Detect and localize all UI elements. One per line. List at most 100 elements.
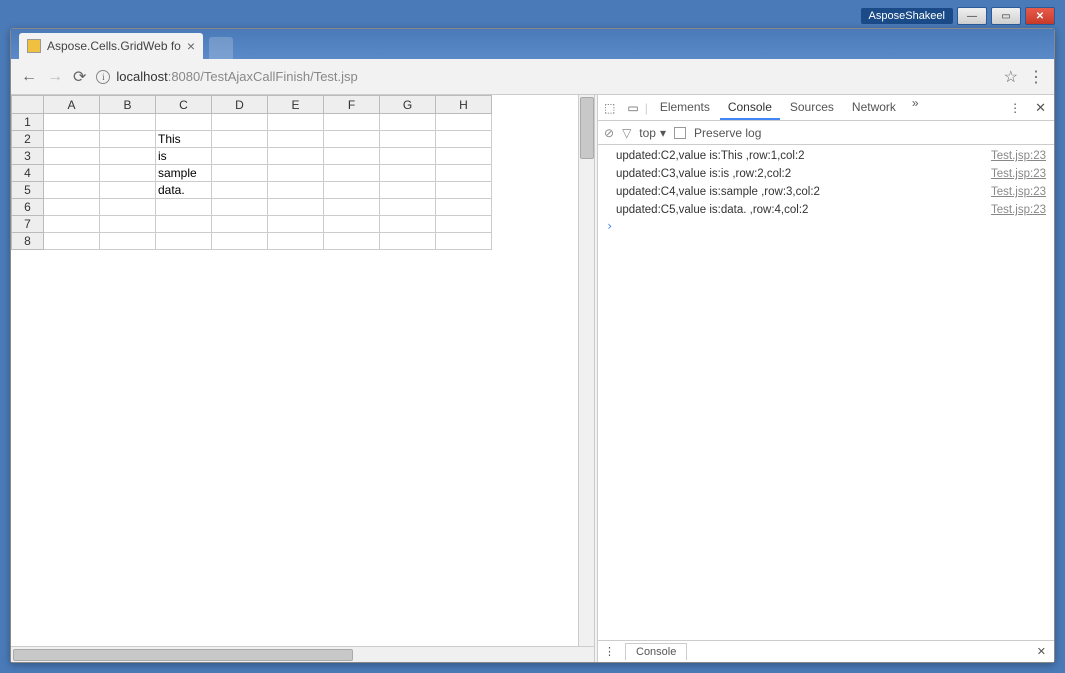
filter-icon[interactable]: ▽ [622, 126, 631, 140]
row-header[interactable]: 8 [12, 233, 44, 250]
site-info-icon[interactable]: i [96, 70, 110, 84]
cell[interactable] [100, 216, 156, 233]
cell[interactable] [156, 199, 212, 216]
cell[interactable] [44, 216, 100, 233]
horizontal-scrollbar[interactable] [11, 646, 594, 662]
column-header[interactable]: A [44, 96, 100, 114]
row-header[interactable]: 6 [12, 199, 44, 216]
tab-console[interactable]: Console [720, 96, 780, 120]
row-header[interactable]: 5 [12, 182, 44, 199]
row-header[interactable]: 3 [12, 148, 44, 165]
cell[interactable] [268, 148, 324, 165]
cell[interactable] [268, 131, 324, 148]
context-selector[interactable]: top ▾ [639, 126, 666, 140]
cell[interactable] [212, 114, 268, 131]
cell[interactable]: This [156, 131, 212, 148]
cell[interactable] [100, 182, 156, 199]
cell[interactable] [436, 233, 492, 250]
cell[interactable] [268, 233, 324, 250]
cell[interactable] [44, 148, 100, 165]
row-header[interactable]: 2 [12, 131, 44, 148]
new-tab-button[interactable] [209, 37, 233, 59]
cell[interactable] [212, 148, 268, 165]
cell[interactable] [44, 199, 100, 216]
cell[interactable] [436, 114, 492, 131]
drawer-menu-icon[interactable]: ⋮ [598, 645, 621, 658]
cell[interactable] [436, 165, 492, 182]
close-window-button[interactable]: ✕ [1025, 7, 1055, 25]
cell[interactable] [268, 114, 324, 131]
cell[interactable] [212, 165, 268, 182]
column-header[interactable]: D [212, 96, 268, 114]
console-log-row[interactable]: updated:C5,value is:data. ,row:4,col:2Te… [598, 201, 1054, 219]
cell[interactable] [212, 131, 268, 148]
spreadsheet-grid[interactable]: ABCDEFGH 12This3is4sample5data.678 [11, 95, 492, 250]
log-source-link[interactable]: Test.jsp:23 [991, 148, 1046, 164]
cell[interactable] [212, 199, 268, 216]
cell[interactable] [436, 131, 492, 148]
console-log-row[interactable]: updated:C2,value is:This ,row:1,col:2Tes… [598, 147, 1054, 165]
row-header[interactable]: 7 [12, 216, 44, 233]
tab-network[interactable]: Network [844, 96, 904, 120]
cell[interactable] [436, 148, 492, 165]
row-header[interactable]: 1 [12, 114, 44, 131]
column-header[interactable]: G [380, 96, 436, 114]
clear-console-icon[interactable]: ⊘ [604, 126, 614, 140]
url-field[interactable]: i localhost:8080/TestAjaxCallFinish/Test… [96, 69, 993, 84]
browser-menu-icon[interactable]: ⋮ [1028, 67, 1044, 87]
cell[interactable] [212, 182, 268, 199]
cell[interactable] [324, 199, 380, 216]
device-mode-icon[interactable]: ▭ [621, 101, 644, 115]
maximize-button[interactable]: ▭ [991, 7, 1021, 25]
cell[interactable] [100, 233, 156, 250]
cell[interactable] [268, 216, 324, 233]
reload-button[interactable]: ⟳ [73, 67, 86, 87]
browser-tab[interactable]: Aspose.Cells.GridWeb fo × [19, 33, 203, 59]
row-header[interactable]: 4 [12, 165, 44, 182]
drawer-tab-console[interactable]: Console [625, 643, 687, 660]
cell[interactable] [380, 131, 436, 148]
select-all-corner[interactable] [12, 96, 44, 114]
cell[interactable] [380, 233, 436, 250]
column-header[interactable]: C [156, 96, 212, 114]
console-log-row[interactable]: updated:C4,value is:sample ,row:3,col:2T… [598, 183, 1054, 201]
cell[interactable] [44, 165, 100, 182]
column-header[interactable]: F [324, 96, 380, 114]
column-header[interactable]: H [436, 96, 492, 114]
cell[interactable]: is [156, 148, 212, 165]
inspect-element-icon[interactable]: ⬚ [598, 101, 621, 115]
cell[interactable] [324, 148, 380, 165]
forward-button[interactable]: → [47, 68, 63, 86]
cell[interactable]: sample [156, 165, 212, 182]
log-source-link[interactable]: Test.jsp:23 [991, 202, 1046, 218]
cell[interactable] [100, 199, 156, 216]
cell[interactable] [380, 182, 436, 199]
cell[interactable] [100, 148, 156, 165]
cell[interactable] [380, 148, 436, 165]
console-log-row[interactable]: updated:C3,value is:is ,row:2,col:2Test.… [598, 165, 1054, 183]
more-tabs-icon[interactable]: » [906, 96, 925, 120]
tab-close-icon[interactable]: × [187, 38, 195, 54]
cell[interactable] [380, 216, 436, 233]
column-header[interactable]: E [268, 96, 324, 114]
cell[interactable] [436, 182, 492, 199]
cell[interactable] [324, 182, 380, 199]
log-source-link[interactable]: Test.jsp:23 [991, 184, 1046, 200]
cell[interactable] [436, 216, 492, 233]
cell[interactable] [100, 165, 156, 182]
cell[interactable] [268, 165, 324, 182]
cell[interactable] [380, 165, 436, 182]
devtools-close-icon[interactable]: ✕ [1027, 100, 1054, 116]
cell[interactable] [324, 216, 380, 233]
cell[interactable] [380, 114, 436, 131]
cell[interactable] [324, 233, 380, 250]
cell[interactable] [380, 199, 436, 216]
cell[interactable] [268, 182, 324, 199]
console-output[interactable]: updated:C2,value is:This ,row:1,col:2Tes… [598, 145, 1054, 640]
cell[interactable] [212, 233, 268, 250]
cell[interactable] [44, 233, 100, 250]
column-header[interactable]: B [100, 96, 156, 114]
cell[interactable] [156, 114, 212, 131]
minimize-button[interactable]: — [957, 7, 987, 25]
preserve-log-checkbox[interactable] [674, 127, 686, 139]
